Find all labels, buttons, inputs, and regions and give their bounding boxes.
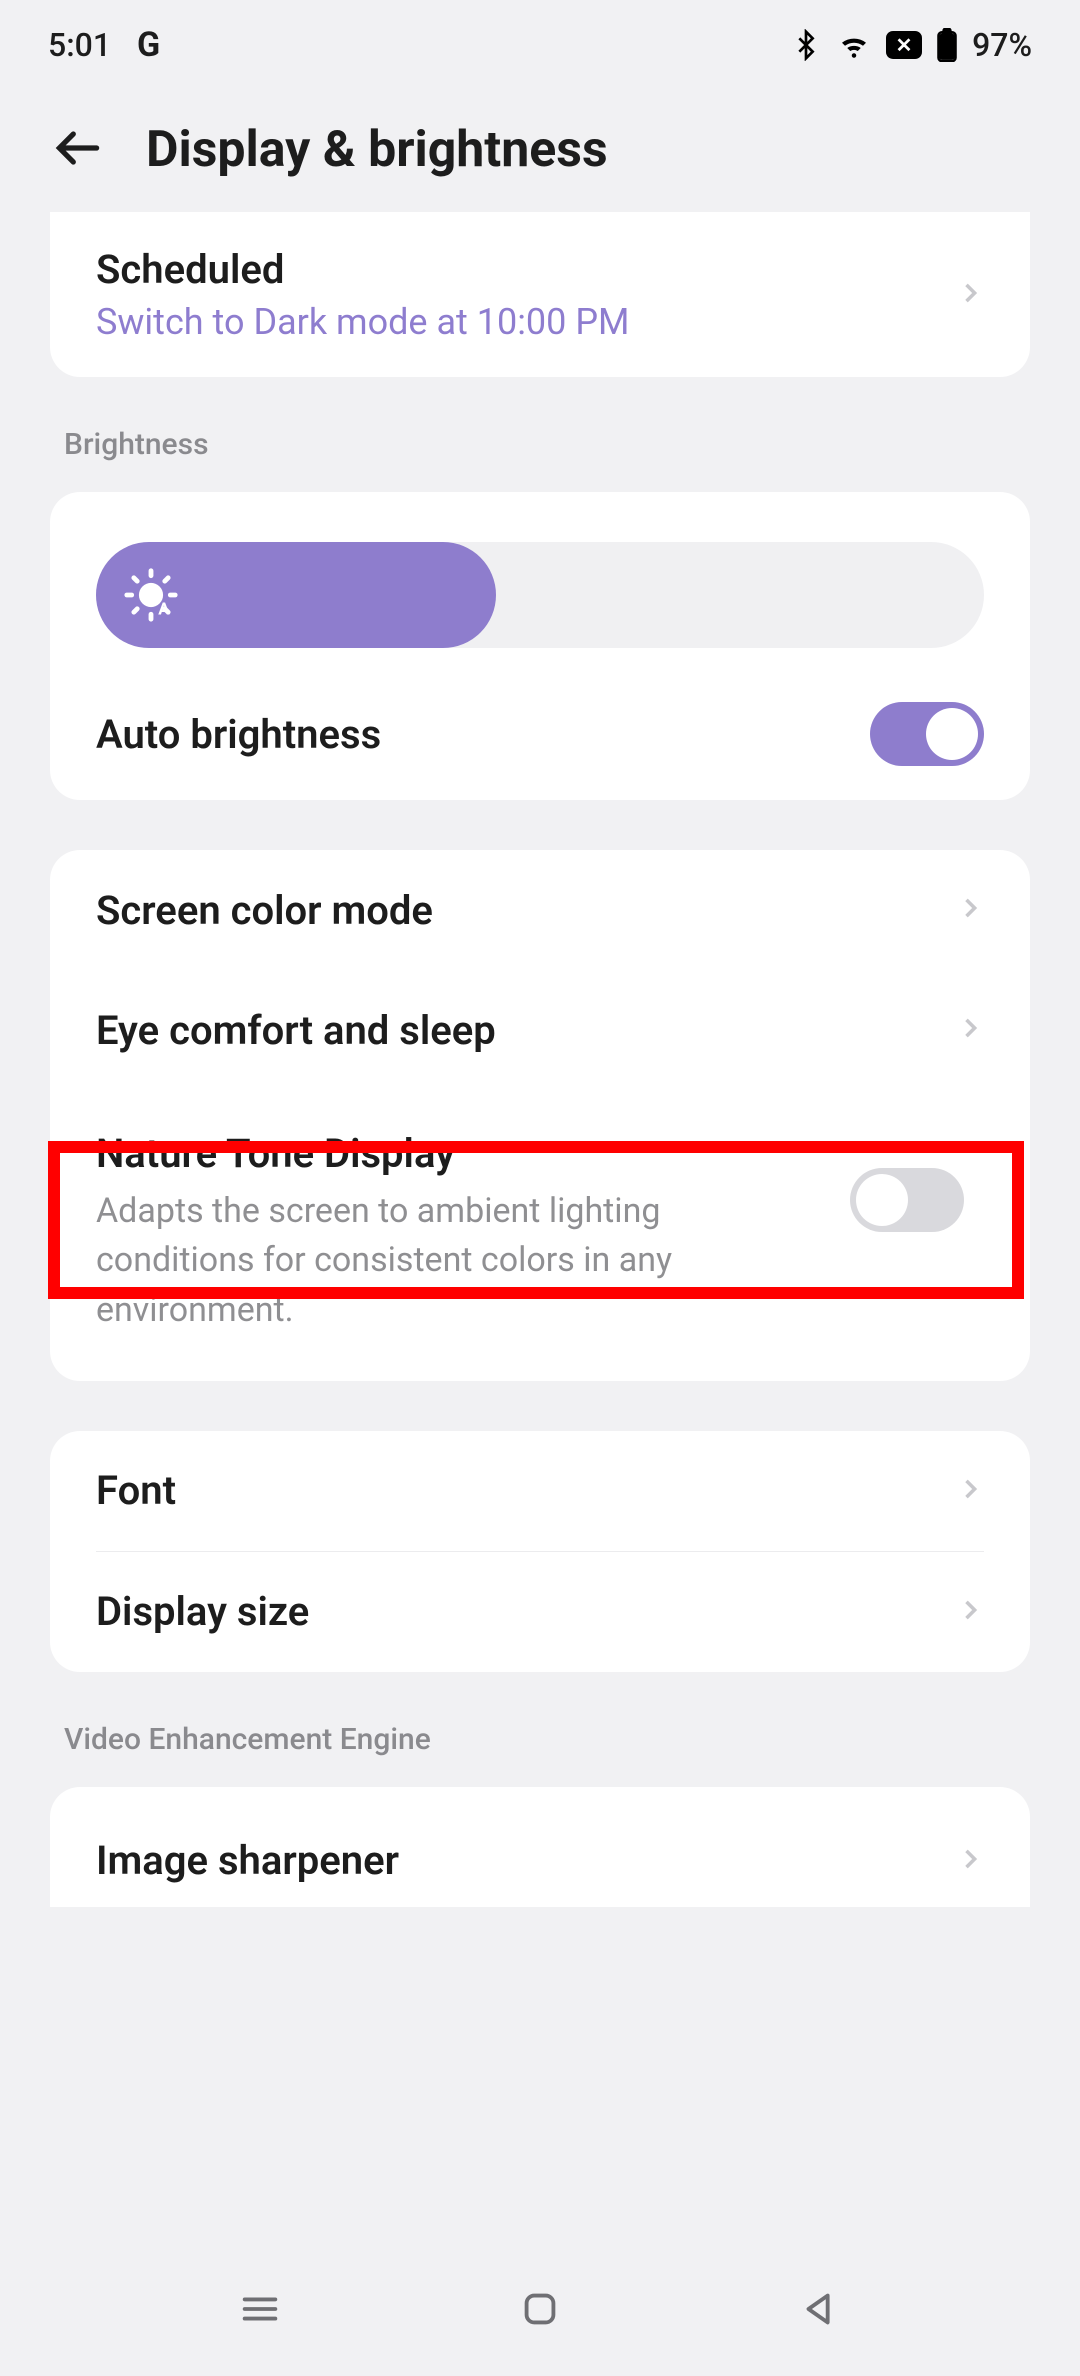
system-nav-bar [0, 2246, 1080, 2376]
text-size-card: Font Display size [50, 1431, 1030, 1672]
chevron-right-icon [956, 1845, 984, 1877]
bluetooth-icon [790, 29, 822, 61]
auto-brightness-toggle[interactable] [870, 702, 984, 766]
chevron-right-icon [956, 1475, 984, 1507]
video-enhancement-label: Video Enhancement Engine [50, 1722, 1030, 1787]
battery-percent: 97% [972, 26, 1032, 64]
google-icon: G [137, 25, 160, 65]
scheduled-card[interactable]: Scheduled Switch to Dark mode at 10:00 P… [50, 212, 1030, 377]
brightness-card: A Auto brightness [50, 492, 1030, 800]
svg-text:A: A [158, 599, 170, 619]
nature-tone-row[interactable]: Nature Tone Display Adapts the screen to… [50, 1090, 1030, 1381]
scheduled-title: Scheduled [96, 246, 932, 293]
screen-color-mode-row[interactable]: Screen color mode [50, 850, 1030, 970]
status-time: 5:01 [48, 26, 111, 64]
brightness-auto-icon: A [122, 566, 180, 624]
page-title: Display & brightness [146, 121, 608, 179]
image-sharpener-row[interactable]: Image sharpener [50, 1787, 1030, 1907]
font-label: Font [96, 1467, 932, 1514]
auto-brightness-row[interactable]: Auto brightness [50, 668, 1030, 800]
video-enhancement-card: Image sharpener [50, 1787, 1030, 1907]
nature-tone-subtitle: Adapts the screen to ambient lighting co… [96, 1187, 826, 1335]
eye-comfort-row[interactable]: Eye comfort and sleep [50, 970, 1030, 1090]
chevron-right-icon [956, 1014, 984, 1046]
chevron-right-icon [956, 894, 984, 926]
battery-icon [936, 28, 958, 62]
auto-brightness-label: Auto brightness [96, 711, 846, 758]
chevron-right-icon [956, 279, 984, 311]
back-button[interactable] [50, 120, 106, 180]
notification-dismiss-icon: ✕ [886, 31, 922, 59]
status-bar: 5:01 G ✕ 97% [0, 0, 1080, 90]
brightness-section-label: Brightness [50, 427, 1030, 492]
recents-button[interactable] [237, 2286, 283, 2336]
nature-tone-title: Nature Tone Display [96, 1130, 826, 1177]
display-options-card: Screen color mode Eye comfort and sleep … [50, 850, 1030, 1381]
display-size-row[interactable]: Display size [50, 1552, 1030, 1672]
chevron-right-icon [956, 1596, 984, 1628]
nature-tone-toggle[interactable] [850, 1168, 964, 1232]
back-nav-button[interactable] [797, 2286, 843, 2336]
scheduled-subtitle: Switch to Dark mode at 10:00 PM [96, 301, 932, 343]
image-sharpener-label: Image sharpener [96, 1837, 932, 1884]
font-row[interactable]: Font [50, 1431, 1030, 1551]
wifi-icon [836, 27, 872, 63]
header: Display & brightness [0, 90, 1080, 210]
home-button[interactable] [517, 2286, 563, 2336]
display-size-label: Display size [96, 1588, 932, 1635]
screen-color-mode-label: Screen color mode [96, 887, 932, 934]
brightness-slider[interactable]: A [96, 542, 984, 648]
eye-comfort-label: Eye comfort and sleep [96, 1007, 932, 1054]
